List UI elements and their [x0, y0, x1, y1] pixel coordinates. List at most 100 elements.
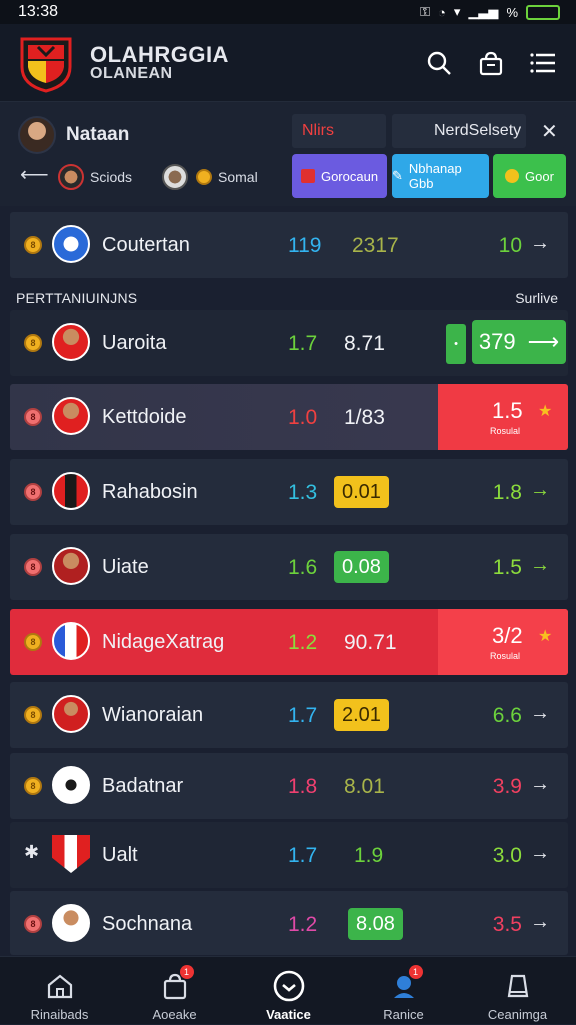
battery-icon [526, 4, 560, 20]
chip-label: Somal [218, 169, 258, 185]
nav-label: Ceanimga [487, 1007, 548, 1022]
nav-label: Rinaibads [30, 1007, 89, 1022]
crest-icon [300, 169, 315, 183]
star-icon: ★ [538, 403, 553, 420]
list-item[interactable]: 8 Uaroita 1.7 8.71 • 379 ⟶ [10, 310, 568, 376]
user-avatar[interactable] [18, 116, 56, 154]
list-item[interactable]: 8 Wianoraian 1.7 2.01 6.6 → [10, 682, 568, 748]
action-button-label: Nbhanap Gbb [408, 161, 462, 191]
notification-badge: 1 [179, 965, 194, 979]
featured-row[interactable]: 8 Coutertan 119 2317 10 → [10, 212, 568, 278]
pencil-icon: ✎ [392, 168, 403, 183]
player-avatar [52, 904, 90, 942]
close-icon[interactable]: ✕ [530, 114, 566, 148]
odds-caption: Rosulal [490, 651, 521, 661]
nav-item-bag[interactable]: 1 Aoeake [117, 957, 232, 1025]
search-icon[interactable] [424, 48, 454, 78]
list-item[interactable]: 8 Kettdoide 1.0 1/83 1.5 ★ Rosulal [10, 384, 568, 450]
odds-button[interactable]: 379 ⟶ [472, 320, 566, 364]
coin-icon: 8 [24, 915, 42, 933]
row-value-2: 1.9 [354, 844, 384, 867]
arrow-right-icon[interactable]: → [530, 232, 550, 255]
row-name: Uaroita [102, 332, 167, 354]
row-value-2: 0.01 [334, 476, 389, 508]
team-crest-icon [52, 766, 90, 804]
list-item[interactable]: 8 Uiate 1.6 0.08 1.5 → [10, 534, 568, 600]
nav-label: Vaatice [266, 1007, 311, 1022]
row-value-3: 3.9 [492, 775, 522, 798]
bottom-nav: Rinaibads 1 Aoeake Vaatice 1 Ranice Cean… [0, 956, 576, 1024]
menu-icon[interactable] [528, 48, 558, 78]
chip-avatar [58, 164, 84, 190]
nav-label: Aoeake [152, 1007, 197, 1022]
coin-icon [505, 169, 520, 183]
nav-item-settings[interactable]: Ceanimga [460, 957, 575, 1025]
section-title: PERTTANIUINJNS [16, 290, 138, 306]
user-panel: Nataan Sciods Somal Nlirs NerdSelsety ✕ … [0, 102, 576, 206]
section-link[interactable]: Surlive [515, 290, 558, 306]
notification-badge: 1 [408, 965, 423, 979]
settings-icon [501, 969, 535, 1003]
list-item[interactable]: 8 NidageXatrag 1.2 90.71 3/2 ★ Rosulal [10, 609, 568, 675]
tab-nlirs[interactable]: Nlirs [292, 114, 386, 148]
row-value-3: 3.5 [492, 913, 522, 936]
coin-icon: 8 [24, 633, 42, 651]
arrow-right-icon[interactable]: → [530, 702, 550, 725]
list-item[interactable]: 8 Rahabosin 1.3 0.01 1.8 → [10, 459, 568, 525]
club-crest-logo[interactable] [18, 33, 74, 93]
pin-icon: ✱ [24, 842, 40, 862]
list-item[interactable]: ✱ Ualt 1.7 1.9 3.0 → [10, 822, 568, 888]
back-arrow-icon[interactable]: ⟵ [20, 162, 49, 187]
odds-value: 1.5 [492, 398, 523, 423]
action-button-label: Gorocaun [320, 168, 379, 184]
nav-item-user[interactable]: 1 Ranice [346, 957, 461, 1025]
nav-item-home[interactable]: Rinaibads [2, 957, 117, 1025]
row-name: Uiate [102, 556, 149, 578]
tab-nerdselsety[interactable]: NerdSelsety [392, 114, 526, 148]
arrow-right-icon[interactable]: → [530, 773, 550, 796]
odds-highlight[interactable]: 1.5 ★ Rosulal [438, 384, 568, 450]
list-item[interactable]: 8 Badatnar 1.8 8.01 3.9 → [10, 753, 568, 819]
coin-icon: 8 [24, 483, 42, 501]
action-button-1[interactable]: Gorocaun [292, 154, 387, 198]
brand-subtitle: OLANEAN [90, 64, 173, 82]
row-name: Coutertan [102, 234, 190, 256]
action-button-label: Goor [525, 168, 554, 184]
signal-text: % [506, 4, 518, 20]
arrow-right-icon[interactable]: → [530, 911, 550, 934]
row-value-1: 1.3 [288, 481, 318, 504]
row-value-2: 1/83 [344, 406, 385, 429]
user-icon: 1 [387, 965, 423, 1003]
arrow-right-icon[interactable]: → [530, 842, 550, 865]
nav-item-active[interactable]: Vaatice [231, 957, 346, 1025]
row-value-2: 2317 [352, 234, 399, 257]
row-name: Ualt [102, 844, 138, 866]
row-value-2: 2.01 [334, 699, 389, 731]
chip-social[interactable]: Somal [162, 164, 258, 190]
signal-bars-icon: ▁▃▅ [468, 4, 499, 19]
action-button-3[interactable]: Goor [493, 154, 566, 198]
odds-value: 379 [478, 329, 516, 354]
player-avatar [52, 695, 90, 733]
row-value-1: 1.6 [288, 556, 318, 579]
odds-highlight[interactable]: 3/2 ★ Rosulal [438, 609, 568, 675]
chip-label: Sciods [90, 169, 133, 185]
bag-icon[interactable] [476, 48, 506, 78]
status-time: 13:38 [18, 3, 59, 20]
list-item[interactable]: 8 Sochnana 1.2 8.08 3.5 → [10, 891, 568, 955]
arrow-right-icon[interactable]: → [530, 554, 550, 577]
row-value-3: 1.8 [492, 481, 522, 504]
row-value-2: 8.01 [344, 775, 385, 798]
chip-players[interactable]: Sciods [58, 164, 132, 190]
row-value-2: 8.08 [348, 908, 403, 940]
app-header: OLAHRGGIA OLANEAN [0, 24, 576, 102]
arrow-icon: ⟶ [527, 329, 560, 354]
chip-avatar [162, 164, 188, 190]
action-button-2[interactable]: ✎ Nbhanap Gbb [392, 154, 489, 198]
row-value-1: 1.7 [288, 332, 318, 355]
row-value-1: 1.7 [288, 844, 318, 867]
coin-icon: 8 [24, 706, 42, 724]
arrow-right-icon[interactable]: → [530, 479, 550, 502]
row-value-3: 10 [498, 234, 522, 257]
row-value-1: 1.2 [288, 913, 318, 936]
